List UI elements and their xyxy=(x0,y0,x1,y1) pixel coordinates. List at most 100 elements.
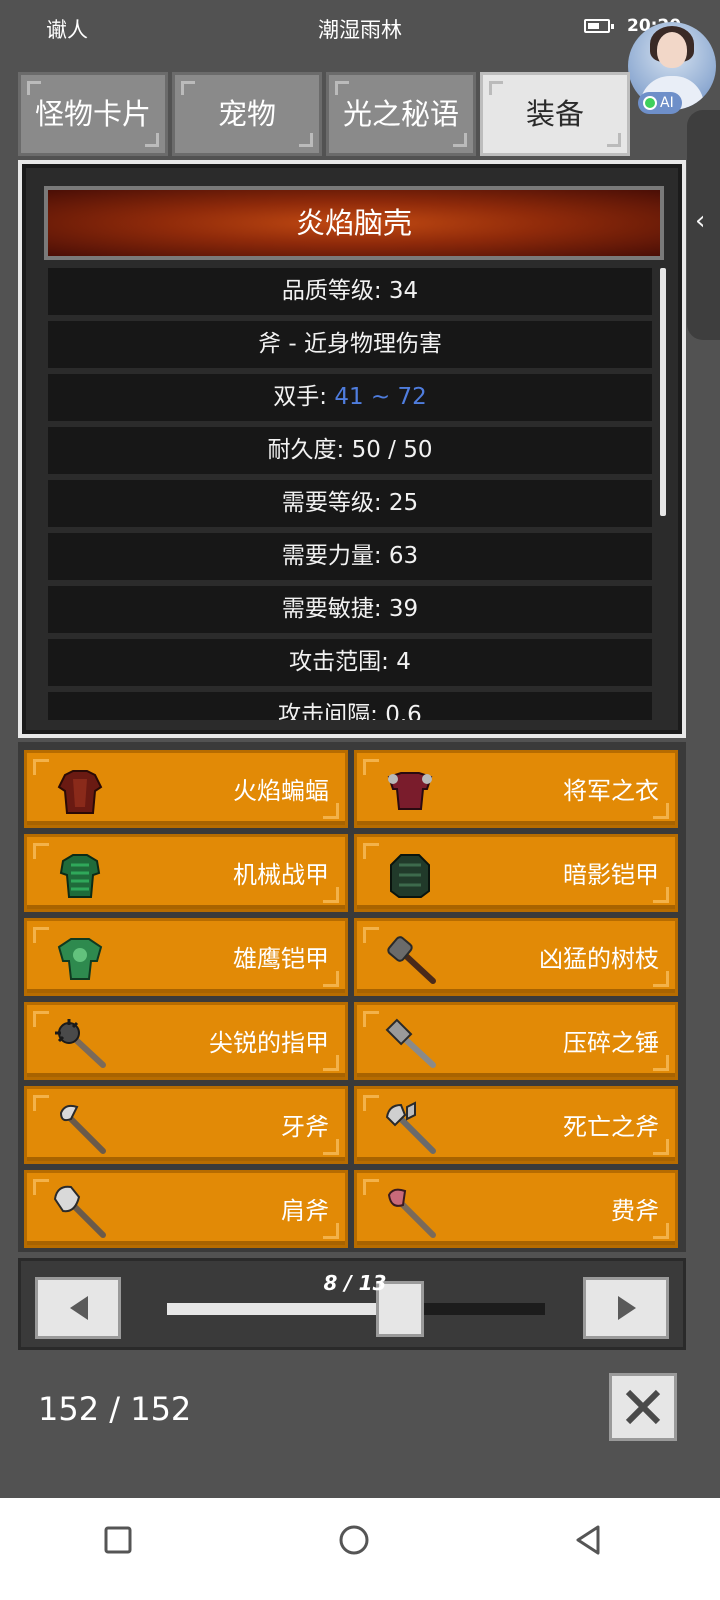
next-page-button[interactable] xyxy=(583,1277,669,1339)
corner-ornament-icon xyxy=(363,843,379,859)
item-name: 机械战甲 xyxy=(233,861,329,889)
item-card[interactable]: 机械战甲 xyxy=(24,834,348,912)
corner-ornament-icon xyxy=(33,927,49,943)
corner-ornament-icon xyxy=(27,81,41,95)
stat-two-hand-damage: 双手: 41 ~ 72 xyxy=(48,374,652,421)
close-button[interactable] xyxy=(609,1373,677,1441)
item-name: 火焰蝙蝠 xyxy=(233,777,329,805)
stat-label: 双手: xyxy=(273,384,335,410)
corner-ornament-icon xyxy=(33,1095,49,1111)
item-card[interactable]: 死亡之斧 xyxy=(354,1086,678,1164)
item-card[interactable]: 将军之衣 xyxy=(354,750,678,828)
item-name: 雄鹰铠甲 xyxy=(233,945,329,973)
item-detail-panel: 炎焰脑壳 品质等级: 34 斧 - 近身物理伤害 双手: 41 ~ 72 耐久度… xyxy=(18,160,686,738)
double-axe-icon xyxy=(385,1101,436,1154)
item-card[interactable]: 肩斧 xyxy=(24,1170,348,1248)
item-card[interactable]: 暗影铠甲 xyxy=(354,834,678,912)
app-screen: 谳人 潮湿雨林 20:20 AI ‹ 怪物卡片 宠物 光之秘语 装备 炎焰脑壳 … xyxy=(0,0,720,1600)
page-slider-track[interactable] xyxy=(167,1303,545,1315)
item-name: 尖锐的指甲 xyxy=(209,1029,329,1057)
back-icon[interactable] xyxy=(568,1520,608,1560)
battery-icon xyxy=(584,19,614,33)
armor-dark-red-icon xyxy=(57,770,103,814)
tab-label: 装备 xyxy=(525,97,584,131)
corner-ornament-icon xyxy=(299,133,313,147)
item-card[interactable]: 凶猛的树枝 xyxy=(354,918,678,996)
stat-damage-value: 41 ~ 72 xyxy=(334,384,427,410)
online-dot-icon xyxy=(643,96,657,110)
corner-ornament-icon xyxy=(607,133,621,147)
stat-required-dexterity: 需要敏捷: 39 xyxy=(48,586,652,633)
axe-icon xyxy=(59,1104,106,1154)
item-card[interactable]: 压碎之锤 xyxy=(354,1002,678,1080)
item-card[interactable]: 火焰蝙蝠 xyxy=(24,750,348,828)
item-card[interactable]: 尖锐的指甲 xyxy=(24,1002,348,1080)
item-card[interactable]: 雄鹰铠甲 xyxy=(24,918,348,996)
system-nav-bar xyxy=(0,1498,720,1600)
corner-ornament-icon xyxy=(363,1095,379,1111)
armor-green-icon xyxy=(59,854,101,898)
side-drawer-handle[interactable]: ‹ xyxy=(687,110,720,340)
red-axe-icon xyxy=(387,1188,436,1238)
status-bar: 谳人 潮湿雨林 20:20 xyxy=(0,0,720,56)
status-location: 潮湿雨林 xyxy=(318,18,402,42)
corner-ornament-icon xyxy=(489,81,503,95)
corner-ornament-icon xyxy=(363,759,379,775)
recent-apps-icon[interactable] xyxy=(98,1520,138,1560)
club-icon xyxy=(387,936,436,984)
stat-required-strength: 需要力量: 63 xyxy=(48,533,652,580)
corner-ornament-icon xyxy=(33,1179,49,1195)
battle-axe-icon xyxy=(53,1185,106,1238)
armor-light-green-icon xyxy=(57,938,103,980)
ai-assistant-badge[interactable]: AI xyxy=(638,92,682,114)
stat-durability: 耐久度: 50 / 50 xyxy=(48,427,652,474)
item-name: 凶猛的树枝 xyxy=(539,945,659,973)
stat-required-level: 需要等级: 25 xyxy=(48,480,652,527)
corner-ornament-icon xyxy=(145,133,159,147)
close-icon xyxy=(625,1389,661,1425)
arrow-left-icon xyxy=(70,1296,88,1320)
item-name: 费斧 xyxy=(611,1197,659,1225)
mace-icon xyxy=(55,1019,106,1068)
hammer-icon xyxy=(385,1018,436,1068)
corner-ornament-icon xyxy=(335,81,349,95)
item-name: 压碎之锤 xyxy=(563,1029,659,1057)
chevron-left-icon: ‹ xyxy=(695,206,706,236)
page-slider-fill xyxy=(167,1303,400,1315)
item-name: 暗影铠甲 xyxy=(563,861,659,889)
item-name: 死亡之斧 xyxy=(563,1113,659,1141)
tab-pets[interactable]: 宠物 xyxy=(172,72,322,156)
stat-quality: 品质等级: 34 xyxy=(48,268,652,315)
corner-ornament-icon xyxy=(33,1011,49,1027)
corner-ornament-icon xyxy=(33,759,49,775)
corner-ornament-icon xyxy=(33,843,49,859)
item-name: 将军之衣 xyxy=(563,777,659,805)
corner-ornament-icon xyxy=(363,927,379,943)
corner-ornament-icon xyxy=(453,133,467,147)
item-card[interactable]: 费斧 xyxy=(354,1170,678,1248)
arrow-right-icon xyxy=(618,1296,636,1320)
corner-ornament-icon xyxy=(363,1011,379,1027)
tab-label: 宠物 xyxy=(217,97,276,131)
item-count: 152 / 152 xyxy=(38,1390,192,1428)
stat-attack-range: 攻击范围: 4 xyxy=(48,639,652,686)
stat-list[interactable]: 品质等级: 34 斧 - 近身物理伤害 双手: 41 ~ 72 耐久度: 50 … xyxy=(48,268,652,720)
tab-label: 怪物卡片 xyxy=(34,97,151,131)
stat-weapon-type: 斧 - 近身物理伤害 xyxy=(48,321,652,368)
equipment-grid: 火焰蝙蝠 将军之衣 机械战甲 暗影铠甲 雄鹰铠甲 凶猛的树枝 尖锐的指甲 压碎之… xyxy=(18,742,686,1252)
home-icon[interactable] xyxy=(334,1520,374,1560)
tab-light-secrets[interactable]: 光之秘语 xyxy=(326,72,476,156)
avatar-face-shape xyxy=(657,32,687,68)
tab-equipment[interactable]: 装备 xyxy=(480,72,630,156)
ai-badge-label: AI xyxy=(660,95,674,111)
tab-monster-cards[interactable]: 怪物卡片 xyxy=(18,72,168,156)
armor-crimson-icon xyxy=(387,772,433,810)
battery-level-fill xyxy=(588,23,599,29)
stat-scrollbar[interactable] xyxy=(660,268,666,516)
item-name: 牙斧 xyxy=(281,1113,329,1141)
item-card[interactable]: 牙斧 xyxy=(24,1086,348,1164)
stat-attack-interval: 攻击间隔: 0.6 xyxy=(48,692,652,720)
corner-ornament-icon xyxy=(181,81,195,95)
armor-dark-green-icon xyxy=(390,854,430,898)
item-name-banner: 炎焰脑壳 xyxy=(44,186,664,260)
